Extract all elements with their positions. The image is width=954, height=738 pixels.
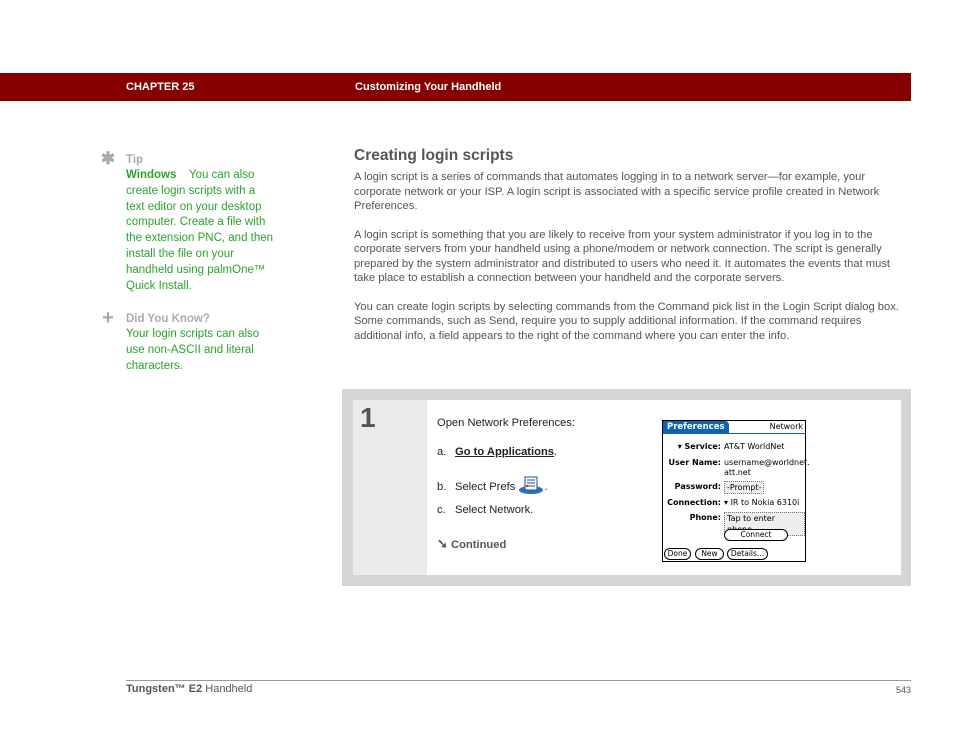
network-preferences-screenshot: Preferences Network ▾ Service: AT&T Worl…	[662, 420, 810, 562]
phone-label: Phone:	[689, 513, 721, 522]
palm-app-name: Network	[769, 422, 803, 431]
step-number: 1	[360, 402, 376, 433]
step-item-suffix: .	[544, 481, 548, 493]
connection-label: Connection:	[667, 498, 721, 507]
step-item-text: Select Network.	[455, 504, 534, 516]
did-you-know-heading: Did You Know?	[126, 313, 210, 326]
footer-product: Tungsten™ E2 Handheld	[126, 683, 252, 695]
palm-title-underline	[663, 433, 805, 434]
username-value[interactable]: username@worldnet.	[724, 458, 810, 467]
footer-divider	[126, 680, 911, 681]
footer-product-name: Tungsten™ E2	[126, 683, 203, 695]
chapter-label: CHAPTER 25	[126, 81, 195, 93]
section-title: Creating login scripts	[354, 147, 514, 164]
did-you-know-text: Your login scripts can also use non-ASCI…	[126, 328, 260, 372]
step-intro: Open Network Preferences:	[437, 417, 576, 429]
tip-text: Windows You can also create login script…	[126, 168, 275, 294]
connect-button[interactable]: Connect	[724, 529, 788, 541]
tip-block: ✱ Tip Windows You can also create login …	[100, 149, 275, 294]
password-label: Password:	[674, 482, 721, 491]
tip-body: You can also create login scripts with a…	[126, 169, 274, 292]
username-label: User Name:	[668, 458, 721, 467]
footer-product-suffix: Handheld	[202, 683, 253, 695]
connection-value[interactable]: ▾ IR to Nokia 6310i	[724, 498, 799, 507]
details-button[interactable]: Details...	[727, 548, 768, 560]
tip-heading: Tip	[126, 154, 144, 166]
chapter-title: Customizing Your Handheld	[355, 81, 502, 93]
service-label: ▾ Service:	[677, 442, 721, 451]
prefs-icon	[518, 475, 544, 495]
password-field[interactable]: -Prompt-	[724, 481, 765, 494]
step-item-c: c. Select Network.	[437, 504, 533, 516]
paragraph: You can create login scripts by selectin…	[354, 300, 899, 342]
paragraph: A login script is a series of commands t…	[354, 171, 880, 212]
sidebar: ✱ Tip Windows You can also create login …	[100, 149, 275, 388]
step-item-label: b.	[437, 481, 447, 493]
step-item-label: c.	[437, 504, 446, 516]
continued-link[interactable]: ➘ Continued	[437, 536, 506, 552]
username-value-cont[interactable]: att.net	[724, 468, 751, 477]
step-item-b: b. Select Prefs .	[437, 475, 548, 495]
continued-label: Continued	[451, 539, 507, 551]
new-button[interactable]: New	[695, 548, 724, 560]
go-to-applications-link[interactable]: Go to Applications	[455, 446, 554, 458]
tip-lead: Windows	[126, 169, 177, 181]
plus-icon: +	[102, 307, 114, 330]
paragraph: A login script is something that you are…	[354, 228, 891, 285]
page-number: 543	[895, 685, 911, 695]
did-you-know-block: + Did You Know? Your login scripts can a…	[100, 307, 275, 374]
service-value[interactable]: AT&T WorldNet	[724, 442, 784, 451]
arrow-down-right-icon: ➘	[437, 536, 448, 551]
asterisk-icon: ✱	[100, 149, 116, 168]
palm-title-tab: Preferences	[663, 421, 729, 433]
done-button[interactable]: Done	[664, 548, 691, 560]
main-content: Creating login scripts A login script is…	[354, 146, 910, 357]
dropdown-triangle-icon: ▾	[677, 442, 685, 451]
step-item-a: a. Go to Applications.	[437, 446, 557, 458]
step-item-text: Select Prefs	[455, 481, 516, 493]
step-item-label: a.	[437, 446, 447, 458]
step-item-suffix: .	[554, 446, 558, 458]
